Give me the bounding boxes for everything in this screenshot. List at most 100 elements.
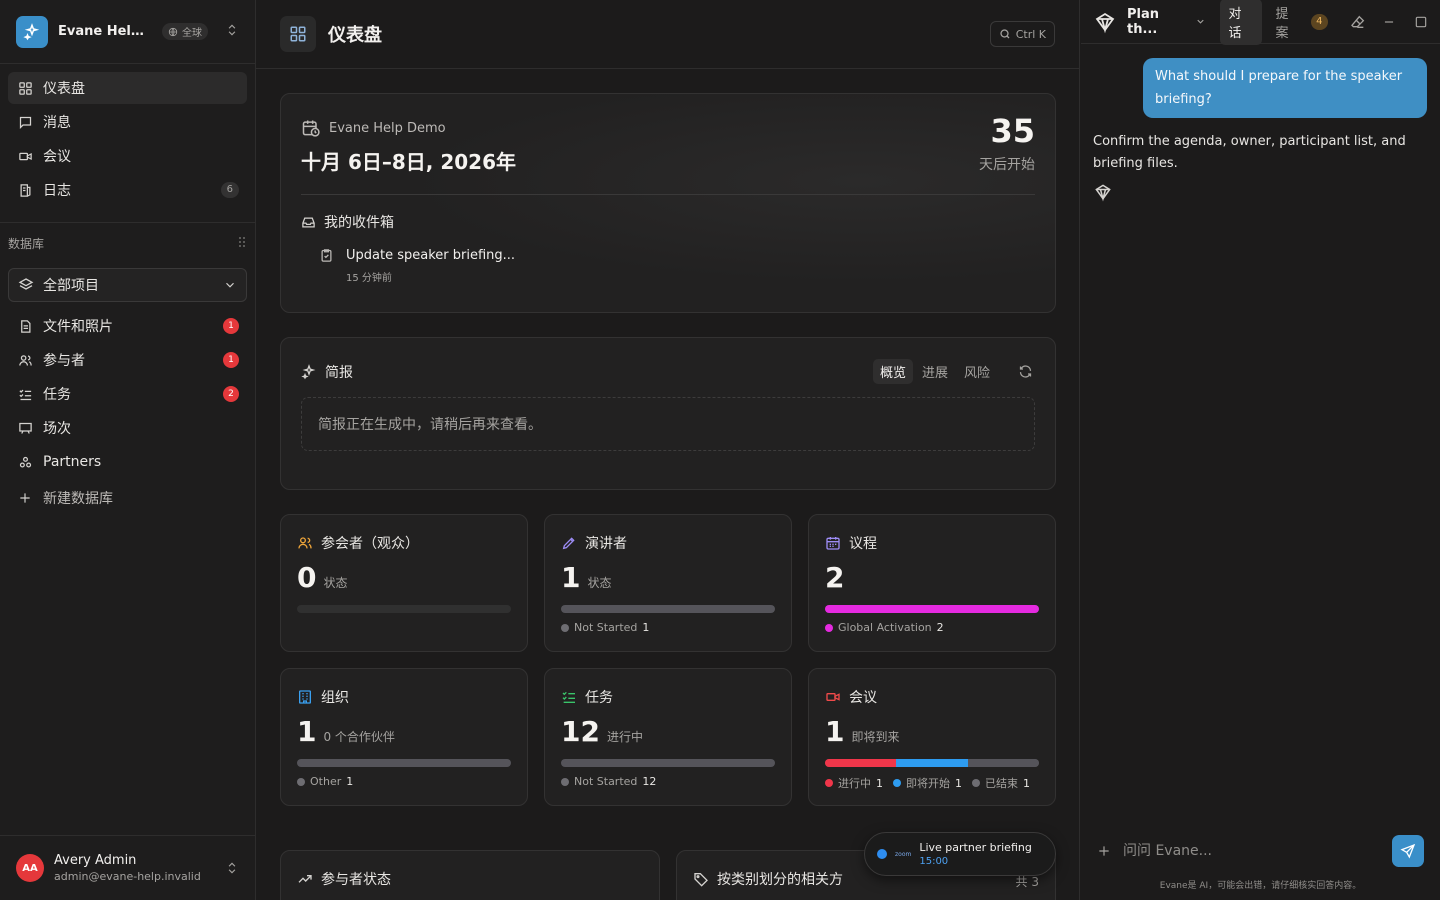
meeting-toast[interactable]: zoom Live partner briefing 15:00 [864,832,1056,876]
tab-progress[interactable]: 进展 [915,359,955,384]
stat-card[interactable]: 演讲者 1 状态 Not Started 1 [544,514,792,652]
nav-item-dashboard[interactable]: 仪表盘 [8,72,247,104]
message-icon [16,113,34,131]
db-item-label: Partners [43,454,102,470]
toast-text: Live partner briefing 15:00 [919,841,1032,867]
search-button[interactable]: Ctrl K [989,21,1055,47]
app-root: Evane Help Demo 全球 仪表盘 消息 会议 [0,0,1440,900]
minimize-icon[interactable] [1382,15,1396,29]
nav-item-meetings[interactable]: 会议 [8,140,247,172]
tab-chat[interactable]: 对话 [1220,0,1262,45]
stat-bar [297,605,511,613]
stat-card[interactable]: 参会者（观众） 0 状态 [280,514,528,652]
db-item-sessions[interactable]: 场次 [8,412,247,444]
presentation-icon [16,419,34,437]
notification-badge: 1 [223,352,239,368]
zoom-logo: zoom [895,850,912,858]
nav-label: 仪表盘 [43,81,85,97]
eraser-icon[interactable] [1350,14,1366,30]
bar-segment [561,759,775,767]
project-select[interactable]: 全部项目 [8,268,247,302]
legend-item: Other 1 [297,775,353,788]
drag-handle-icon[interactable] [237,236,247,251]
stat-value-row: 2 [825,561,851,594]
stat-header: 参会者（观众） [297,533,419,553]
legend-item: 进行中 1 [825,775,883,791]
stat-card[interactable]: 议程 2 Global Activation 2 [808,514,1056,652]
new-database-label: 新建数据库 [43,491,113,507]
assistant-message: Confirm the agenda, owner, participant l… [1093,134,1406,171]
inbox-item-title: Update speaker briefing... [346,248,516,263]
stat-value-row: 1 即将到来 [825,715,900,748]
scope-badge-label: 全球 [182,28,202,39]
main-panel: 仪表盘 Ctrl K Evane Help Demo 十月 6日–8日, 202… [256,0,1080,900]
plus-icon [16,489,34,507]
chat-input[interactable] [1123,843,1363,859]
maximize-icon[interactable] [1414,15,1428,29]
legend-dot [893,779,901,787]
search-shortcut-label: Ctrl K [1015,27,1046,41]
legend-dot [825,623,833,632]
stat-value: 1 [297,715,317,748]
stat-card[interactable]: 任务 12 进行中 Not Started 12 [544,668,792,806]
workspace-switcher[interactable]: Evane Help Demo 全球 [0,0,255,64]
stat-title: 会议 [849,690,877,706]
db-item-files[interactable]: 文件和照片 1 [8,310,247,342]
chevron-updown-icon[interactable] [225,23,239,41]
database-nav: 文件和照片 1 参与者 1 任务 2 场次 Partners 新建数据库 [0,310,255,524]
db-item-participants[interactable]: 参与者 1 [8,344,247,376]
inbox-icon [302,217,315,227]
chat-composer [1081,826,1440,876]
plus-icon[interactable] [1097,844,1111,858]
briefing-tabs: 概览 进展 风险 [872,359,997,384]
refresh-icon[interactable] [1018,364,1033,379]
new-database-button[interactable]: 新建数据库 [8,482,247,514]
legend-dot [561,777,569,786]
conversation-title[interactable]: Plan th... [1127,7,1191,37]
project-select-value: 全部项目 [43,278,99,294]
stat-title: 参会者（观众） [321,536,419,552]
bar-segment [896,759,968,767]
db-item-partners[interactable]: Partners [8,446,247,478]
stat-title: 任务 [585,690,613,706]
db-item-tasks[interactable]: 任务 2 [8,378,247,410]
legend-dot [297,777,305,786]
avatar: AA [16,854,44,882]
briefing-header: 简报 [301,362,353,382]
video-icon [826,693,840,701]
legend-label: Not Started [574,621,638,634]
legend-item: Not Started 12 [561,775,656,788]
legend-label: Global Activation [838,621,932,634]
legend-count: 1 [642,621,650,634]
stat-legend: 进行中 1 即将开始 1 已结束 1 [825,775,1045,791]
stat-value: 2 [825,561,845,594]
workspace-name: Evane Help Demo [58,24,150,39]
legend-dot [561,623,569,632]
assistant-logo-icon [1093,10,1117,34]
tab-overview[interactable]: 概览 [872,359,913,384]
stat-card[interactable]: 会议 1 即将到来 进行中 1 即将开始 1 已结束 1 [808,668,1056,806]
stat-legend: Not Started 1 [561,621,781,634]
stat-card[interactable]: 组织 1 0 个合作伙伴 Other 1 [280,668,528,806]
nav-item-logs[interactable]: 日志 6 [8,174,247,206]
building-icon [299,690,311,704]
stat-unit: 0 个合作伙伴 [323,730,395,744]
tab-proposals[interactable]: 提案 [1268,0,1309,45]
stat-value: 1 [561,561,581,594]
dashboard-icon [16,79,34,97]
legend-item: 即将开始 1 [893,775,962,791]
tab-risks[interactable]: 风险 [957,359,997,384]
nav-item-messages[interactable]: 消息 [8,106,247,138]
legend-count: 1 [876,776,883,790]
participant-status-card: 参与者状态 [280,850,660,900]
event-card: Evane Help Demo 十月 6日–8日, 2026年 35 天后开始 … [280,93,1056,313]
send-button[interactable] [1392,835,1424,867]
chevron-down-icon[interactable] [1195,16,1206,27]
stat-value-row: 1 0 个合作伙伴 [297,715,395,748]
user-menu[interactable]: AA Avery Admin admin@evane-help.invalid [0,835,255,900]
calendar-icon [826,537,840,550]
notification-badge: 2 [223,386,239,402]
legend-count: 1 [1023,776,1030,790]
stat-value: 0 [297,561,317,594]
inbox-item[interactable]: Update speaker briefing... 15 分钟前 [319,248,515,284]
